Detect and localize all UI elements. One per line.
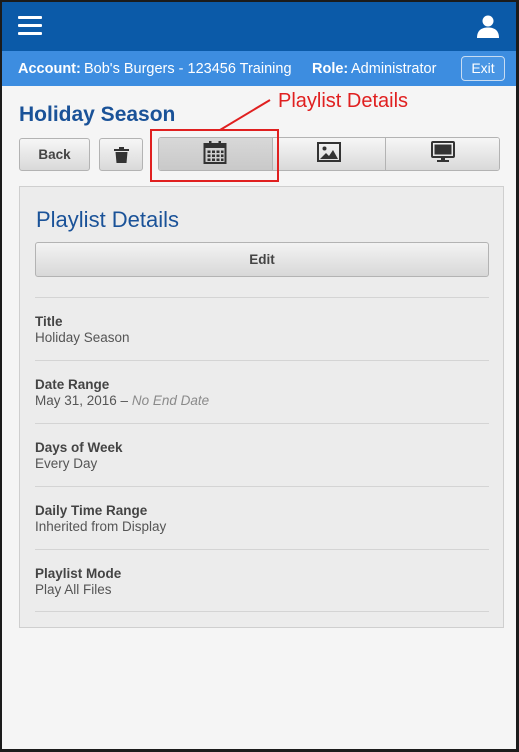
field-date-range: Date Range May 31, 2016 – No End Date [35, 360, 489, 423]
field-label: Days of Week [35, 440, 123, 455]
image-icon [317, 141, 341, 167]
field-days-of-week: Days of Week Every Day [35, 423, 489, 486]
top-navbar [2, 2, 516, 51]
field-label: Playlist Mode [35, 566, 122, 581]
account-bar: Account: Bob's Burgers - 123456 Training… [2, 51, 516, 86]
user-icon[interactable] [476, 14, 500, 38]
field-value: Play All Files [35, 582, 112, 597]
role-label: Role: [312, 61, 349, 77]
field-value: Every Day [35, 456, 98, 471]
trash-icon [114, 147, 129, 168]
field-value: Inherited from Display [35, 519, 167, 534]
account-label: Account: [18, 61, 81, 77]
tab-media[interactable] [272, 138, 387, 170]
divider [35, 611, 489, 612]
field-label: Title [35, 314, 63, 329]
tab-displays[interactable] [386, 138, 499, 170]
field-playlist-mode: Playlist Mode Play All Files [35, 549, 489, 612]
playlist-details-panel: Playlist Details Edit Title Holiday Seas… [19, 186, 504, 628]
field-value: May 31, 2016 – No End Date [35, 393, 209, 408]
delete-button[interactable] [99, 138, 143, 171]
field-daily-time-range: Daily Time Range Inherited from Display [35, 486, 489, 549]
field-label: Daily Time Range [35, 503, 148, 518]
annotation-callout-text: Playlist Details [278, 90, 409, 112]
back-button[interactable]: Back [19, 138, 90, 171]
edit-button[interactable]: Edit [35, 242, 489, 277]
role-value: Administrator [351, 61, 437, 77]
date-range-end: No End Date [131, 393, 210, 408]
annotation-highlight-box [150, 129, 279, 182]
hamburger-menu-icon[interactable] [18, 15, 42, 37]
page-title: Holiday Season [19, 103, 176, 126]
date-range-start: May 31, 2016 – [35, 393, 132, 408]
field-title: Title Holiday Season [35, 297, 489, 360]
field-label: Date Range [35, 377, 110, 392]
account-value: Bob's Burgers - 123456 Training [84, 61, 292, 77]
app-window: Account: Bob's Burgers - 123456 Training… [0, 0, 519, 752]
panel-title: Playlist Details [36, 207, 180, 232]
field-value: Holiday Season [35, 330, 130, 345]
exit-button[interactable]: Exit [461, 56, 505, 81]
monitor-icon [430, 140, 455, 168]
